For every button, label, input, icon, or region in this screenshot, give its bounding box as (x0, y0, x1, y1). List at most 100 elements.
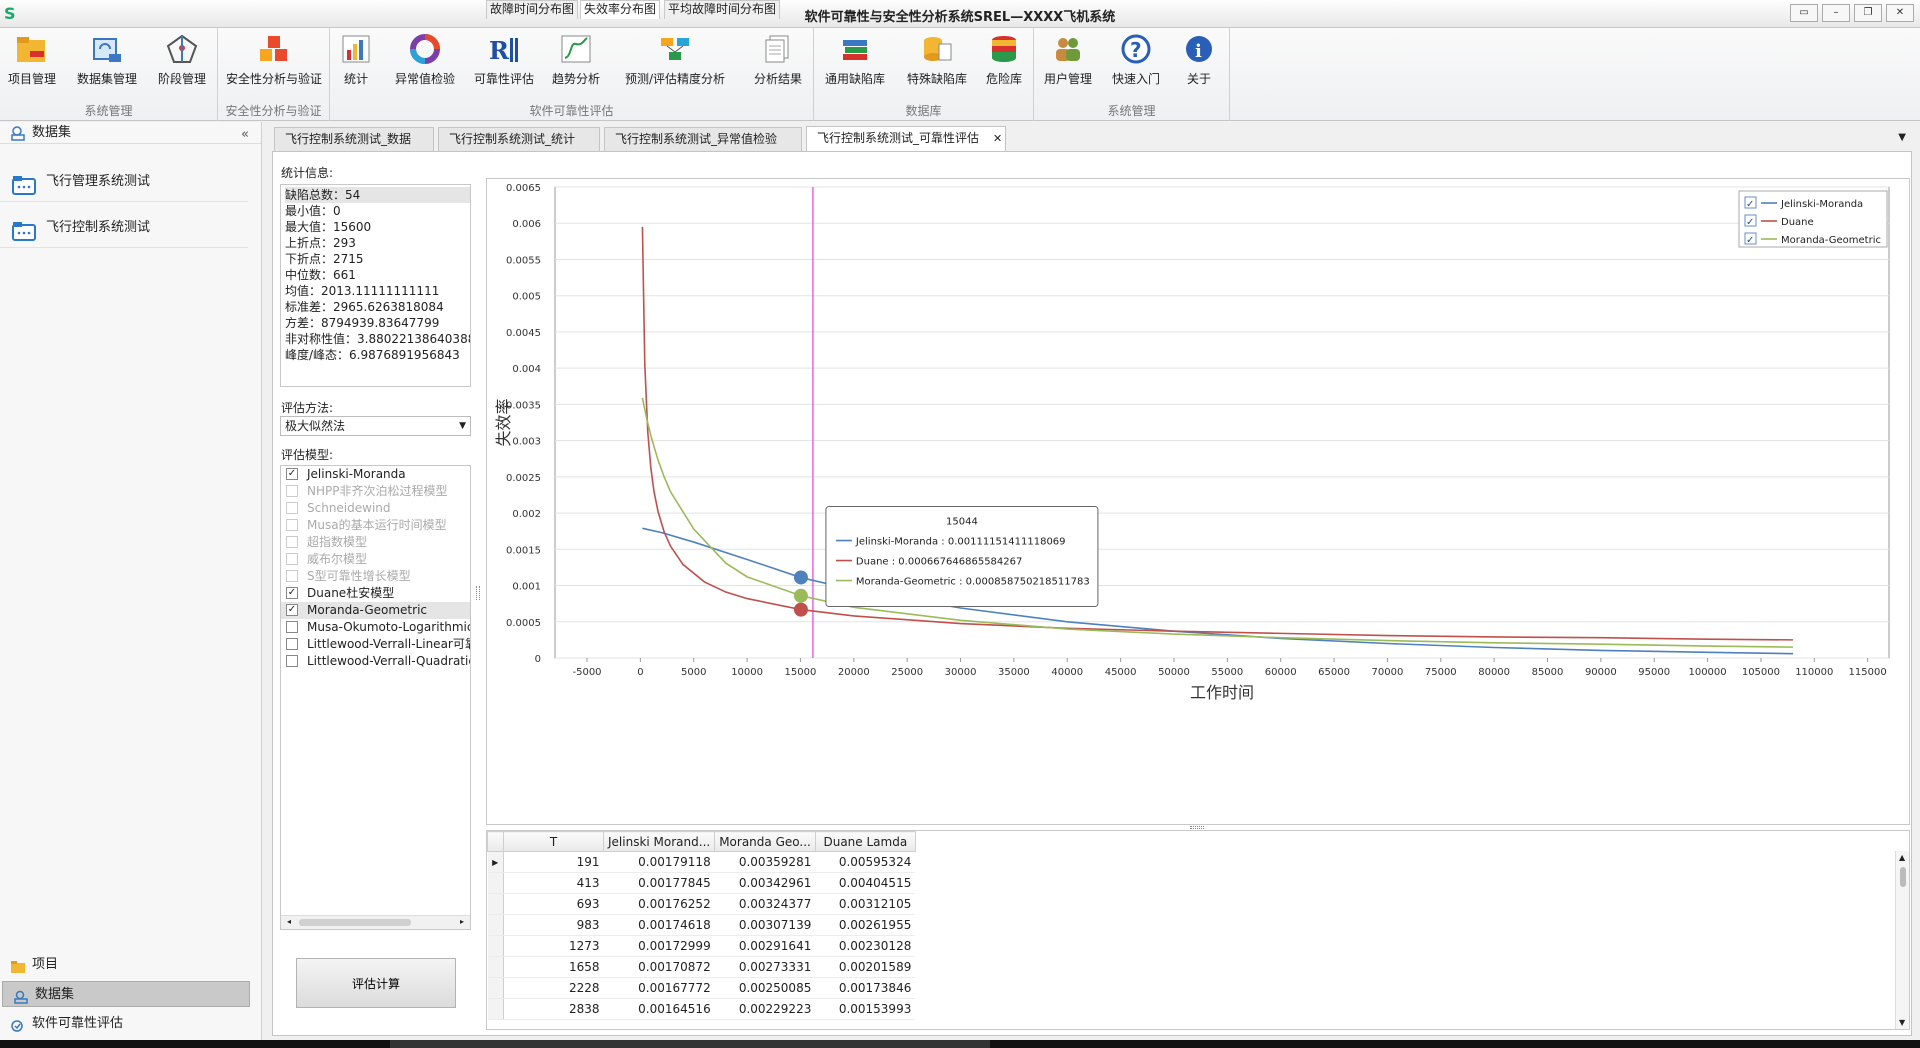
tab-outlier-test[interactable]: 飞行控制系统测试_异常值检验 (604, 127, 802, 151)
table-row[interactable]: 413 0.00177845 0.00342961 0.00404515 (487, 872, 916, 894)
scroll-thumb[interactable] (299, 919, 411, 926)
stage-manage-button[interactable]: 阶段管理 (150, 32, 214, 98)
close-tab-icon[interactable]: ✕ (993, 132, 1002, 145)
restore-ribbon-button[interactable]: ▭ (1790, 4, 1818, 22)
model-item[interactable]: Littlewood-Verrall-Quadratic可 (281, 653, 470, 670)
subtab-failure-time[interactable]: 故障时间分布图 (486, 0, 579, 19)
table-cell[interactable]: 1658 (503, 956, 604, 978)
close-window-button[interactable]: ✕ (1886, 4, 1914, 22)
model-checkbox[interactable]: ✓ (286, 468, 298, 480)
table-row[interactable]: ▶ 191 0.00179118 0.00359281 0.00595324 (487, 851, 916, 873)
trend-analysis-button[interactable]: 趋势分析 (548, 32, 604, 98)
scroll-left-icon[interactable]: ◂ (287, 917, 291, 926)
table-cell[interactable]: 0.00229223 (714, 998, 816, 1020)
dataset-manage-button[interactable]: 数据集管理 (72, 32, 142, 98)
table-cell[interactable]: 0.00261955 (815, 914, 916, 936)
table-cell[interactable]: 0.00291641 (714, 935, 816, 957)
col-header-duane[interactable]: Duane Lamda (814, 831, 916, 852)
hazard-db-button[interactable]: 危险库 (980, 32, 1028, 98)
row-header[interactable] (487, 956, 504, 978)
nav-reliability-eval[interactable]: 软件可靠性评估 (0, 1011, 248, 1037)
user-manage-button[interactable]: 用户管理 (1038, 32, 1098, 98)
table-cell[interactable]: 0.00250085 (714, 977, 816, 999)
col-header-jm[interactable]: Jelinski Morand... (602, 831, 716, 852)
scroll-down-icon[interactable]: ▼ (1899, 1018, 1905, 1027)
scroll-thumb[interactable] (1900, 867, 1906, 887)
table-cell[interactable]: 0.00167772 (603, 977, 715, 999)
dataset-item-flight-management[interactable]: 飞行管理系统测试 (0, 162, 248, 202)
special-defect-db-button[interactable]: 特殊缺陷库 (900, 32, 974, 98)
table-cell[interactable]: 0.00177845 (603, 872, 715, 894)
row-header[interactable] (487, 893, 504, 915)
table-cell[interactable]: 0.00174618 (603, 914, 715, 936)
method-select[interactable]: 极大似然法 ▼ (280, 416, 471, 436)
table-row[interactable]: 983 0.00174618 0.00307139 0.00261955 (487, 914, 916, 936)
tab-data[interactable]: 飞行控制系统测试_数据 (274, 127, 434, 151)
common-defect-db-button[interactable]: 通用缺陷库 (818, 32, 892, 98)
table-row[interactable]: 693 0.00176252 0.00324377 0.00312105 (487, 893, 916, 915)
prediction-accuracy-button[interactable]: 预测/评估精度分析 (620, 32, 730, 98)
model-checkbox[interactable] (286, 638, 298, 650)
model-checkbox[interactable]: ✓ (286, 587, 298, 599)
quick-start-button[interactable]: ? 快速入门 (1106, 32, 1166, 98)
table-cell[interactable]: 0.00172999 (603, 935, 715, 957)
model-item[interactable]: ✓ Moranda-Geometric (281, 602, 470, 619)
tab-reliability-eval[interactable]: 飞行控制系统测试_可靠性评估 ✕ (806, 126, 1006, 151)
model-checkbox[interactable] (286, 655, 298, 667)
table-cell[interactable]: 0.00153993 (815, 998, 916, 1020)
model-checkbox[interactable] (286, 621, 298, 633)
analysis-result-button[interactable]: 分析结果 (748, 32, 808, 98)
model-item[interactable]: ✓ Duane杜安模型 (281, 585, 470, 602)
dataset-item-flight-control[interactable]: 飞行控制系统测试 (0, 208, 248, 248)
table-cell[interactable]: 0.00342961 (714, 872, 816, 894)
table-cell[interactable]: 983 (503, 914, 604, 936)
nav-dataset[interactable]: 数据集 (2, 981, 250, 1007)
table-cell[interactable]: 191 (503, 851, 604, 873)
row-header[interactable] (487, 977, 504, 999)
evaluate-button[interactable]: 评估计算 (296, 958, 456, 1008)
scroll-up-icon[interactable]: ▲ (1899, 853, 1905, 862)
statistics-button[interactable]: 统计 (336, 32, 376, 98)
horizontal-splitter[interactable] (1190, 826, 1204, 829)
table-cell[interactable]: 0.00595324 (815, 851, 916, 873)
row-header[interactable] (487, 935, 504, 957)
table-cell[interactable]: 0.00359281 (714, 851, 816, 873)
tab-list-dropdown-icon[interactable]: ▼ (1898, 132, 1906, 143)
model-checkbox[interactable]: ✓ (286, 604, 298, 616)
collapse-panel-button[interactable]: « (241, 124, 249, 146)
safety-analysis-button[interactable]: 安全性分析与验证 (224, 32, 324, 98)
table-cell[interactable]: 0.00164516 (603, 998, 715, 1020)
table-cell[interactable]: 0.00230128 (815, 935, 916, 957)
table-cell[interactable]: 0.00201589 (815, 956, 916, 978)
col-header-mg[interactable]: Moranda Geo... (714, 831, 816, 852)
vertical-splitter[interactable] (476, 586, 480, 600)
reliability-eval-button[interactable]: R 可靠性评估 (472, 32, 536, 98)
grid-vertical-scrollbar[interactable]: ▲ ▼ (1895, 851, 1909, 1029)
outlier-test-button[interactable]: 异常值检验 (392, 32, 458, 98)
maximize-button[interactable]: ❐ (1854, 4, 1882, 22)
row-header[interactable] (487, 998, 504, 1020)
table-cell[interactable]: 0.00176252 (603, 893, 715, 915)
nav-project[interactable]: 项目 (0, 952, 248, 978)
table-cell[interactable]: 0.00404515 (815, 872, 916, 894)
model-list-hscrollbar[interactable]: ◂ ▸ (281, 915, 470, 929)
table-cell[interactable]: 0.00173846 (815, 977, 916, 999)
row-header[interactable]: ▶ (487, 851, 504, 873)
model-item[interactable]: ✓ Jelinski-Moranda (281, 466, 470, 483)
table-cell[interactable]: 2228 (503, 977, 604, 999)
table-row[interactable]: 1658 0.00170872 0.00273331 0.00201589 (487, 956, 916, 978)
table-cell[interactable]: 1273 (503, 935, 604, 957)
col-header-t[interactable]: T (503, 831, 604, 852)
table-cell[interactable]: 2838 (503, 998, 604, 1020)
table-cell[interactable]: 0.00312105 (815, 893, 916, 915)
table-cell[interactable]: 413 (503, 872, 604, 894)
subtab-mtbf[interactable]: 平均故障时间分布图 (664, 0, 781, 19)
table-cell[interactable]: 0.00307139 (714, 914, 816, 936)
project-manage-button[interactable]: 项目管理 (2, 32, 62, 98)
table-cell[interactable]: 0.00324377 (714, 893, 816, 915)
about-button[interactable]: i 关于 (1174, 32, 1224, 98)
scroll-right-icon[interactable]: ▸ (460, 917, 464, 926)
table-cell[interactable]: 0.00179118 (603, 851, 715, 873)
table-row[interactable]: 2228 0.00167772 0.00250085 0.00173846 (487, 977, 916, 999)
tab-statistics[interactable]: 飞行控制系统测试_统计 (438, 127, 600, 151)
